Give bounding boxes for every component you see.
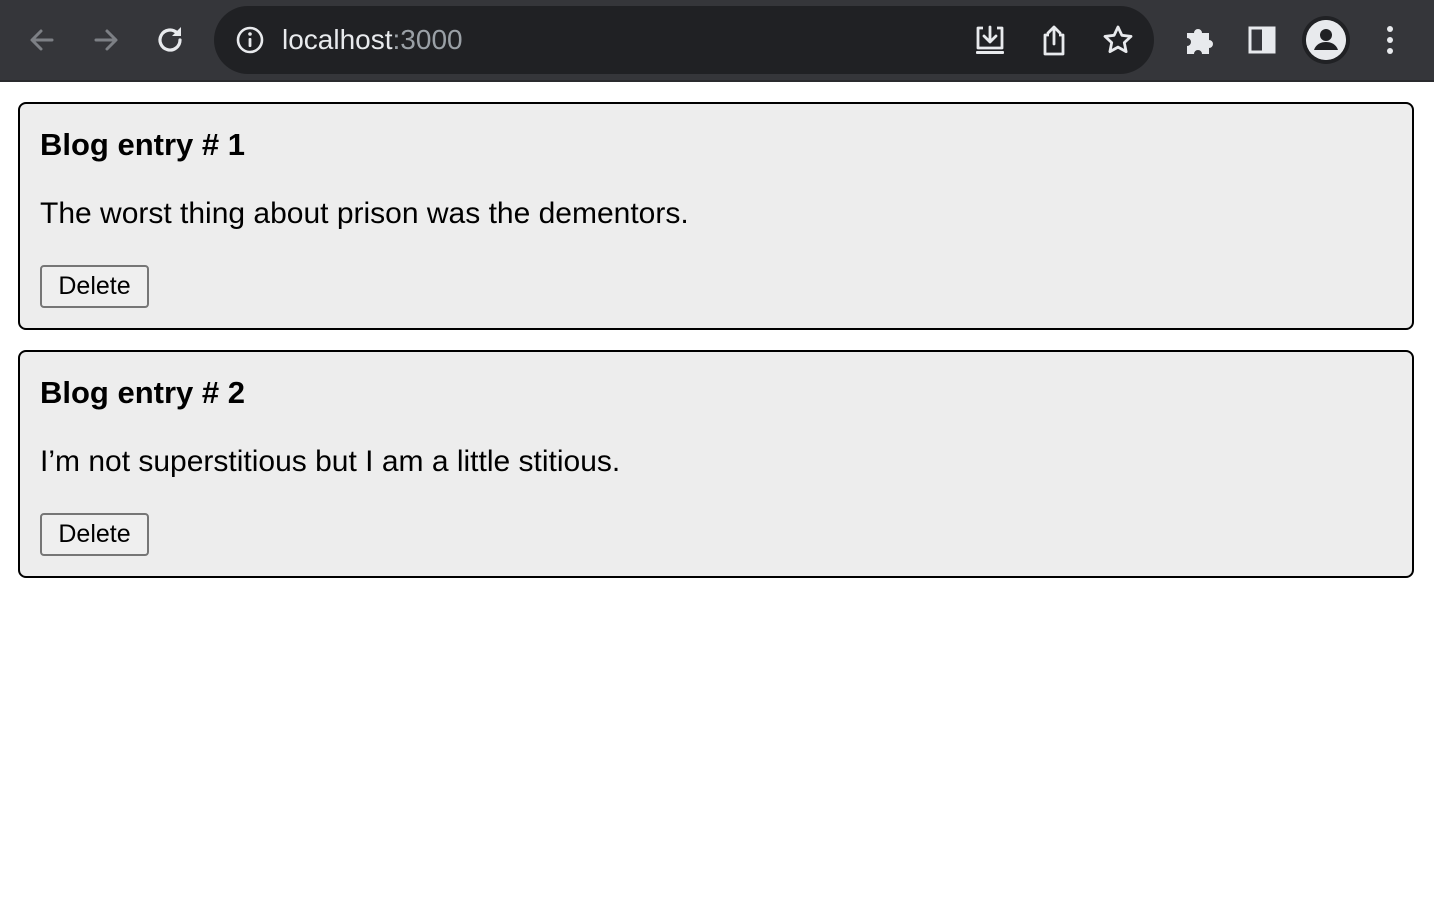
avatar <box>1306 20 1346 60</box>
bookmark-button[interactable] <box>1094 16 1142 64</box>
url-port: :3000 <box>392 24 463 55</box>
delete-button[interactable]: Delete <box>40 265 149 308</box>
share-button[interactable] <box>1030 16 1078 64</box>
blog-entry-title: Blog entry # 2 <box>40 375 245 410</box>
blog-entry-body: The worst thing about prison was the dem… <box>40 197 689 230</box>
side-panel-icon <box>1248 26 1276 54</box>
reload-icon <box>158 27 182 52</box>
blog-entry-card: Blog entry # 2 I’m not superstitious but… <box>18 350 1414 578</box>
reload-button[interactable] <box>146 16 194 64</box>
back-button[interactable] <box>18 16 66 64</box>
star-icon <box>1103 25 1133 53</box>
arrow-right-icon <box>94 29 118 51</box>
page-content: Blog entry # 1 The worst thing about pri… <box>0 82 1434 578</box>
extensions-button[interactable] <box>1174 16 1222 64</box>
blog-entry-body: I’m not superstitious but I am a little … <box>40 445 621 478</box>
menu-button[interactable] <box>1366 16 1414 64</box>
browser-toolbar: localhost:3000 <box>0 0 1434 82</box>
kebab-vertical-icon <box>1387 26 1393 54</box>
install-app-button[interactable] <box>966 16 1014 64</box>
puzzle-icon <box>1187 29 1213 54</box>
forward-button[interactable] <box>82 16 130 64</box>
url-host: localhost <box>282 24 393 55</box>
blog-entry-title: Blog entry # 1 <box>40 127 245 162</box>
install-app-icon <box>976 25 1004 54</box>
share-icon <box>1043 25 1065 56</box>
url-text[interactable]: localhost:3000 <box>282 24 463 56</box>
arrow-left-icon <box>30 29 54 51</box>
delete-button[interactable]: Delete <box>40 513 149 556</box>
profile-button[interactable] <box>1302 16 1350 64</box>
side-panel-button[interactable] <box>1238 16 1286 64</box>
person-icon <box>1306 20 1346 60</box>
blog-entry-card: Blog entry # 1 The worst thing about pri… <box>18 102 1414 330</box>
site-info-icon[interactable] <box>232 24 268 56</box>
address-bar[interactable]: localhost:3000 <box>214 6 1154 74</box>
